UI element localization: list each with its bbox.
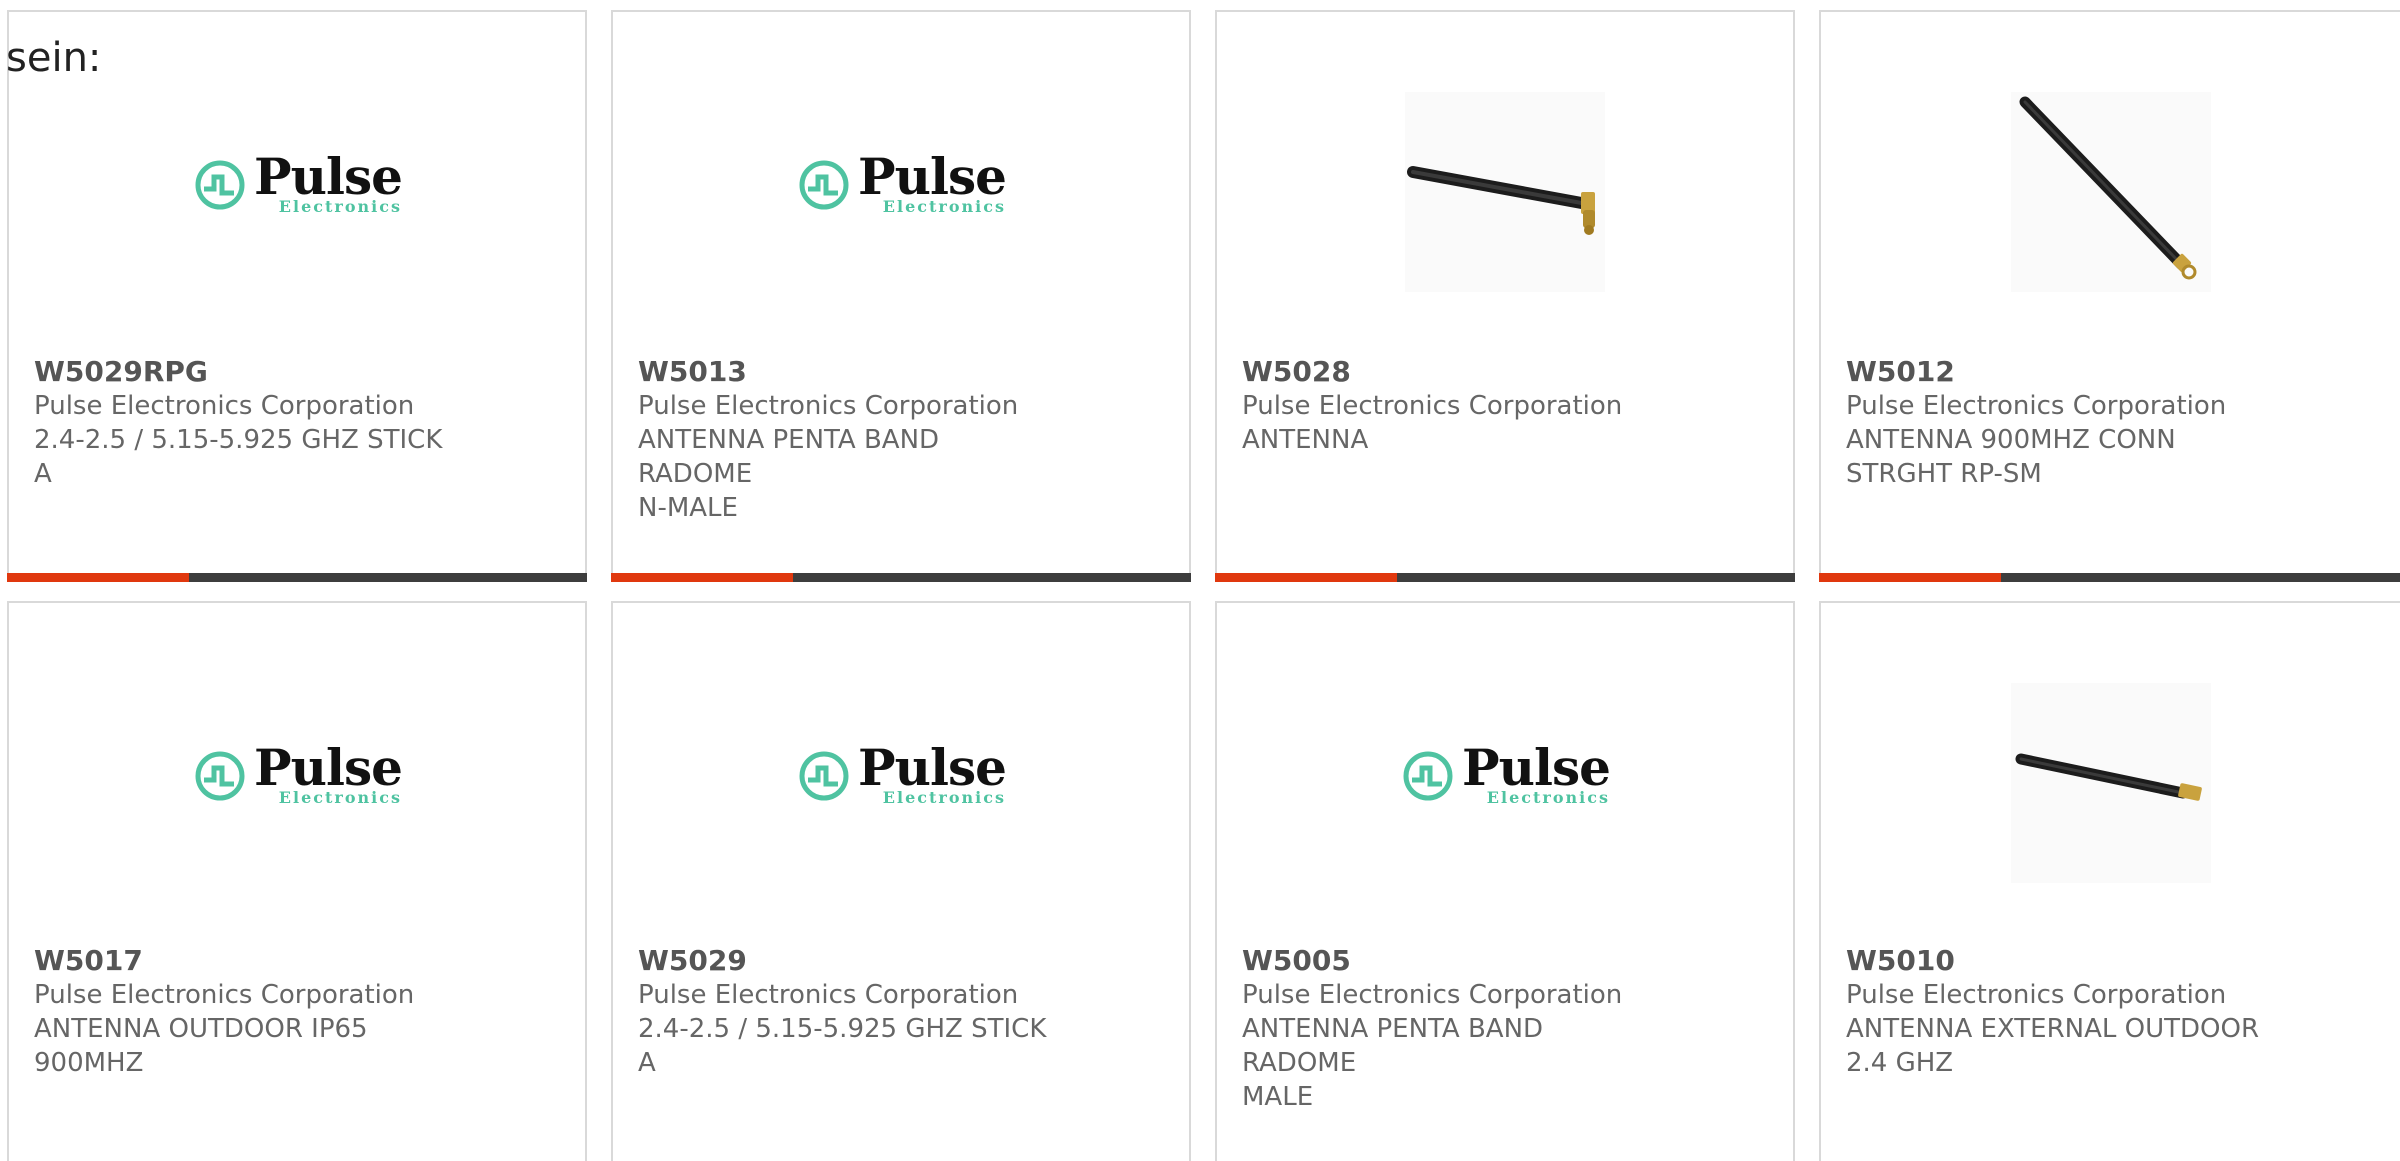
manufacturer: Pulse Electronics Corporation: [1242, 980, 1623, 1010]
product-card[interactable]: W5010 Pulse Electronics Corporation ANTE…: [1819, 601, 2400, 1161]
description-line: 900MHZ: [34, 1048, 144, 1078]
pulse-swirl-icon: [195, 160, 245, 210]
logo-sub: Electronics: [882, 788, 1006, 807]
description-line: ANTENNA PENTA BAND RADOME: [638, 425, 940, 489]
product-image[interactable]: [1217, 72, 1793, 312]
logo-word: Pulse: [1462, 738, 1611, 797]
product-info: W5012 Pulse Electronics Corporation ANTE…: [1846, 355, 2266, 491]
logo-word: Pulse: [858, 738, 1007, 797]
product-info: W5029RPG Pulse Electronics Corporation 2…: [34, 355, 454, 491]
manufacturer: Pulse Electronics Corporation: [1846, 980, 2227, 1010]
part-number[interactable]: W5028: [1242, 355, 1662, 389]
manufacturer: Pulse Electronics Corporation: [1846, 391, 2227, 421]
card-bottom-bar: [1215, 573, 1795, 582]
manufacturer: Pulse Electronics Corporation: [1242, 391, 1623, 421]
product-info: W5005 Pulse Electronics Corporation ANTE…: [1242, 944, 1662, 1114]
part-number[interactable]: W5029: [638, 944, 1058, 978]
description-line: 2.4-2.5 / 5.15-5.925 GHZ STICK: [638, 1014, 1047, 1044]
description-line: 2.4 GHZ: [1846, 1048, 1954, 1078]
card-accent: [1215, 573, 1397, 582]
logo-word: Pulse: [254, 738, 403, 797]
product-card[interactable]: W5012 Pulse Electronics Corporation ANTE…: [1819, 10, 2400, 582]
pulse-swirl-icon: [799, 160, 849, 210]
product-image[interactable]: Pulse Electronics: [9, 72, 585, 312]
card-bottom-bar: [1819, 573, 2400, 582]
product-info: W5029 Pulse Electronics Corporation 2.4-…: [638, 944, 1058, 1080]
logo-sub: Electronics: [278, 197, 402, 216]
logo-word: Pulse: [858, 147, 1007, 206]
pulse-logo: Pulse Electronics: [796, 147, 1007, 216]
pulse-swirl-icon: [1403, 751, 1453, 801]
product-card[interactable]: W5028 Pulse Electronics Corporation ANTE…: [1215, 10, 1795, 582]
card-bottom-bar: [611, 573, 1191, 582]
description-line: MALE: [1242, 1082, 1314, 1112]
part-number[interactable]: W5005: [1242, 944, 1662, 978]
product-card[interactable]: Pulse Electronics W5005 Pulse Electronic…: [1215, 601, 1795, 1161]
pulse-logo: Pulse Electronics: [1400, 738, 1611, 807]
product-info: W5010 Pulse Electronics Corporation ANTE…: [1846, 944, 2266, 1080]
product-card[interactable]: Pulse Electronics W5013 Pulse Electronic…: [611, 10, 1191, 582]
card-accent: [1819, 573, 2001, 582]
pulse-swirl-icon: [195, 751, 245, 801]
product-card[interactable]: Pulse Electronics W5029RPG Pulse Electro…: [7, 10, 587, 582]
pulse-logo: Pulse Electronics: [192, 147, 403, 216]
product-image[interactable]: [1821, 663, 2400, 903]
part-number[interactable]: W5029RPG: [34, 355, 454, 389]
part-number[interactable]: W5013: [638, 355, 1058, 389]
card-accent: [7, 573, 189, 582]
pulse-logo: Pulse Electronics: [192, 738, 403, 807]
manufacturer: Pulse Electronics Corporation: [34, 391, 415, 421]
card-bottom-bar: [7, 573, 587, 582]
product-info: W5017 Pulse Electronics Corporation ANTE…: [34, 944, 454, 1080]
part-number[interactable]: W5010: [1846, 944, 2266, 978]
card-accent: [611, 573, 793, 582]
manufacturer: Pulse Electronics Corporation: [638, 980, 1019, 1010]
product-image[interactable]: Pulse Electronics: [9, 663, 585, 903]
product-image[interactable]: Pulse Electronics: [613, 663, 1189, 903]
product-grid: Pulse Electronics W5029RPG Pulse Electro…: [0, 0, 2400, 1161]
antenna-straight-image: [2011, 683, 2211, 883]
product-image[interactable]: Pulse Electronics: [613, 72, 1189, 312]
description-line: ANTENNA OUTDOOR IP65: [34, 1014, 368, 1044]
description-line: ANTENNA: [1242, 425, 1369, 455]
description-line: A: [638, 1048, 656, 1078]
description-line: ANTENNA PENTA BAND RADOME: [1242, 1014, 1544, 1078]
antenna-right-angle-image: [1405, 92, 1605, 292]
logo-word: Pulse: [254, 147, 403, 206]
description-line: N-MALE: [638, 493, 738, 523]
description-line: ANTENNA EXTERNAL OUTDOOR: [1846, 1014, 2260, 1044]
product-info: W5013 Pulse Electronics Corporation ANTE…: [638, 355, 1058, 525]
part-number[interactable]: W5017: [34, 944, 454, 978]
intro-text: sein:: [6, 35, 102, 81]
manufacturer: Pulse Electronics Corporation: [638, 391, 1019, 421]
logo-sub: Electronics: [1486, 788, 1610, 807]
description-line: ANTENNA 900MHZ CONN: [1846, 425, 2176, 455]
logo-sub: Electronics: [882, 197, 1006, 216]
product-card[interactable]: Pulse Electronics W5017 Pulse Electronic…: [7, 601, 587, 1161]
pulse-logo: Pulse Electronics: [796, 738, 1007, 807]
product-info: W5028 Pulse Electronics Corporation ANTE…: [1242, 355, 1662, 457]
description-line: STRGHT RP-SM: [1846, 459, 2042, 489]
description-line: 2.4-2.5 / 5.15-5.925 GHZ STICK: [34, 425, 443, 455]
product-image[interactable]: Pulse Electronics: [1217, 663, 1793, 903]
manufacturer: Pulse Electronics Corporation: [34, 980, 415, 1010]
product-card[interactable]: Pulse Electronics W5029 Pulse Electronic…: [611, 601, 1191, 1161]
pulse-swirl-icon: [799, 751, 849, 801]
antenna-diagonal-image: [2011, 92, 2211, 292]
description-line: A: [34, 459, 52, 489]
logo-sub: Electronics: [278, 788, 402, 807]
part-number[interactable]: W5012: [1846, 355, 2266, 389]
product-image[interactable]: [1821, 72, 2400, 312]
